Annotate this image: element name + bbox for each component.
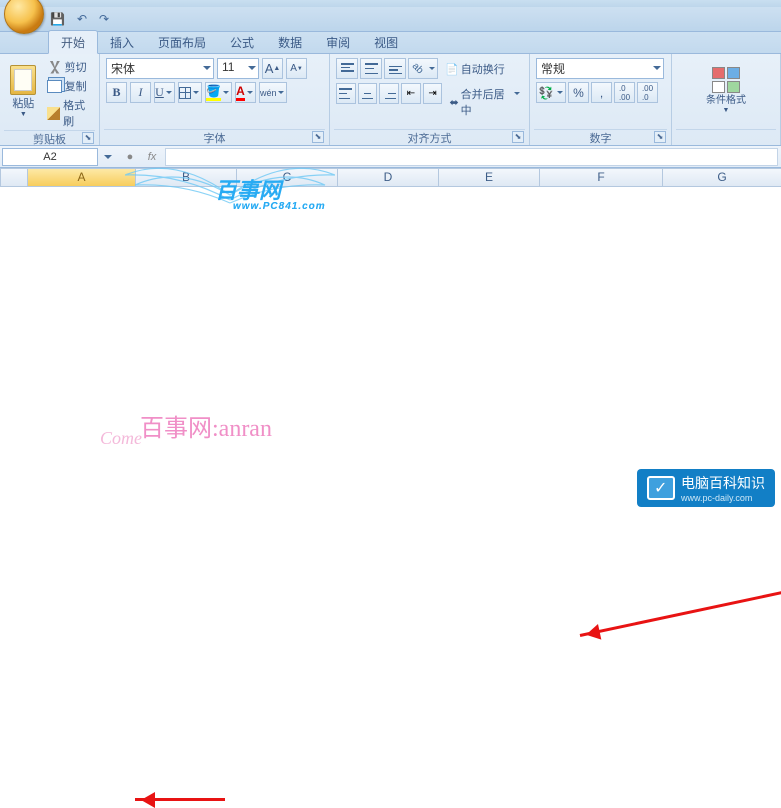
- font-launcher[interactable]: ⬊: [312, 131, 324, 143]
- copy-icon: [47, 80, 62, 93]
- group-number-label: 数字: [590, 133, 612, 145]
- tab-view[interactable]: 视图: [362, 31, 410, 53]
- formula-bar: A2 ● fx: [0, 146, 781, 168]
- paste-icon: [10, 65, 36, 95]
- format-painter-button[interactable]: 格式刷: [45, 96, 95, 130]
- clipboard-launcher[interactable]: ⬊: [82, 132, 94, 144]
- bucket-icon: 🪣: [206, 84, 221, 101]
- tab-data[interactable]: 数据: [266, 31, 314, 53]
- tab-home[interactable]: 开始: [48, 30, 98, 54]
- borders-button[interactable]: [178, 82, 202, 103]
- align-middle-button[interactable]: [360, 58, 382, 79]
- group-number: 常规 💱 % , .0.00 .00.0 数字 ⬊: [530, 54, 672, 145]
- alignment-launcher[interactable]: ⬊: [512, 131, 524, 143]
- fx-button[interactable]: fx: [142, 148, 162, 166]
- orientation-icon: ab: [410, 61, 426, 77]
- underline-button[interactable]: U: [154, 82, 175, 103]
- merge-center-button[interactable]: ⬌合并后居中: [444, 83, 523, 121]
- group-alignment: ab 📄自动换行 ⇤ ⇥ ⬌合并后居中 对齐方式 ⬊: [330, 54, 530, 145]
- grow-font-button[interactable]: A▲: [262, 58, 283, 79]
- accounting-format-button[interactable]: 💱: [536, 82, 566, 103]
- red-arrow-1: [135, 798, 225, 801]
- col-header-A[interactable]: A: [28, 168, 136, 187]
- conditional-formatting-icon: [712, 67, 740, 93]
- col-header-B[interactable]: B: [136, 168, 237, 187]
- increase-decimal-button[interactable]: .0.00: [614, 82, 635, 103]
- font-size-combo[interactable]: 11: [217, 58, 259, 79]
- select-all-corner[interactable]: [0, 168, 28, 187]
- spreadsheet[interactable]: ABCDEFG12345678姓名部门基本工资奖金实发工资: [0, 168, 781, 510]
- merge-icon: ⬌: [449, 96, 458, 109]
- group-clipboard-label: 剪贴板: [33, 134, 66, 146]
- undo-icon[interactable]: ↶: [77, 12, 87, 26]
- copy-button[interactable]: 复制: [45, 77, 95, 95]
- brush-icon: [47, 107, 61, 120]
- increase-indent-button[interactable]: ⇥: [423, 83, 443, 104]
- cancel-formula-button[interactable]: ●: [120, 148, 140, 166]
- col-header-E[interactable]: E: [439, 168, 540, 187]
- border-icon: [179, 87, 191, 99]
- paste-label: 粘贴: [12, 95, 34, 111]
- number-launcher[interactable]: ⬊: [654, 131, 666, 143]
- font-name-combo[interactable]: 宋体: [106, 58, 214, 79]
- percent-button[interactable]: %: [568, 82, 589, 103]
- tab-review[interactable]: 审阅: [314, 31, 362, 53]
- group-styles: 条件格式 ▼: [672, 54, 781, 145]
- paste-button[interactable]: 粘贴 ▼: [4, 56, 43, 126]
- comma-button[interactable]: ,: [591, 82, 612, 103]
- phonetic-button[interactable]: wén: [259, 82, 288, 103]
- shrink-font-button[interactable]: A▼: [286, 58, 307, 79]
- scissors-icon: [47, 61, 62, 74]
- font-color-icon: A: [236, 84, 245, 101]
- group-font: 宋体 11 A▲ A▼ B I U 🪣 A wén 字体 ⬊: [100, 54, 330, 145]
- quick-access-row: 💾 ↶ ↷: [0, 7, 781, 32]
- decrease-indent-button[interactable]: ⇤: [401, 83, 421, 104]
- tab-insert[interactable]: 插入: [98, 31, 146, 53]
- conditional-formatting-button[interactable]: 条件格式 ▼: [702, 56, 750, 126]
- fill-color-button[interactable]: 🪣: [205, 82, 232, 103]
- col-header-D[interactable]: D: [338, 168, 439, 187]
- group-alignment-label: 对齐方式: [408, 133, 452, 145]
- tab-formulas[interactable]: 公式: [218, 31, 266, 53]
- red-arrow-2: [580, 590, 781, 637]
- name-box[interactable]: A2: [2, 148, 98, 166]
- decrease-decimal-button[interactable]: .00.0: [637, 82, 658, 103]
- orientation-button[interactable]: ab: [408, 58, 438, 79]
- align-top-button[interactable]: [336, 58, 358, 79]
- save-icon[interactable]: 💾: [50, 12, 65, 26]
- bold-button[interactable]: B: [106, 82, 127, 103]
- align-center-button[interactable]: [358, 83, 378, 104]
- ribbon: 粘贴 ▼ 剪切 复制 格式刷 剪贴板 ⬊ 宋体 11 A▲ A▼ B: [0, 54, 781, 146]
- col-header-F[interactable]: F: [540, 168, 663, 187]
- align-right-button[interactable]: [379, 83, 399, 104]
- redo-icon[interactable]: ↷: [99, 12, 109, 26]
- wrap-text-button[interactable]: 📄自动换行: [440, 58, 510, 80]
- align-bottom-button[interactable]: [384, 58, 406, 79]
- col-header-G[interactable]: G: [663, 168, 781, 187]
- tab-page-layout[interactable]: 页面布局: [146, 31, 218, 53]
- italic-button[interactable]: I: [130, 82, 151, 103]
- office-orb-button[interactable]: [4, 0, 44, 34]
- indent-icon: ⇥: [428, 88, 436, 99]
- font-color-button[interactable]: A: [235, 82, 256, 103]
- currency-icon: 💱: [539, 86, 554, 100]
- number-format-combo[interactable]: 常规: [536, 58, 664, 79]
- ribbon-tabs: 开始 插入 页面布局 公式 数据 审阅 视图: [0, 32, 781, 54]
- formula-input[interactable]: [165, 148, 778, 166]
- group-font-label: 字体: [204, 133, 226, 145]
- align-left-button[interactable]: [336, 83, 356, 104]
- outdent-icon: ⇤: [407, 88, 415, 99]
- group-clipboard: 粘贴 ▼ 剪切 复制 格式刷 剪贴板 ⬊: [0, 54, 100, 145]
- wrap-icon: 📄: [445, 63, 459, 76]
- col-header-C[interactable]: C: [237, 168, 338, 187]
- title-bar: [0, 0, 781, 7]
- cut-button[interactable]: 剪切: [45, 58, 95, 76]
